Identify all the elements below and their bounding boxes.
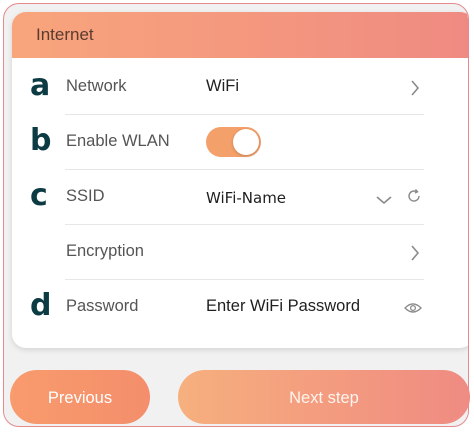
- password-row: d Password Enter WiFi Password: [12, 280, 468, 335]
- enable-wlan-label: Enable WLAN: [66, 132, 170, 150]
- marker-a: a: [30, 68, 51, 103]
- settings-card: Internet a Network WiFi b Enable WLAN c …: [12, 12, 468, 348]
- eye-icon[interactable]: [404, 301, 422, 319]
- marker-c: c: [30, 178, 48, 213]
- encryption-row[interactable]: Encryption: [12, 225, 468, 280]
- enable-wlan-row: b Enable WLAN: [12, 115, 468, 170]
- previous-button[interactable]: Previous: [10, 370, 150, 424]
- marker-d: d: [30, 288, 52, 323]
- card-title: Internet: [36, 25, 94, 44]
- password-label: Password: [66, 297, 139, 315]
- marker-b: b: [30, 123, 52, 158]
- network-row[interactable]: a Network WiFi: [12, 60, 468, 115]
- refresh-icon[interactable]: [406, 188, 422, 209]
- toggle-knob: [233, 129, 259, 155]
- chevron-down-icon[interactable]: [376, 192, 392, 210]
- wizard-frame: Internet a Network WiFi b Enable WLAN c …: [3, 3, 469, 427]
- ssid-select[interactable]: WiFi-Name: [206, 189, 286, 207]
- encryption-label: Encryption: [66, 242, 144, 260]
- ssid-label: SSID: [66, 187, 105, 205]
- next-step-button[interactable]: Next step: [178, 370, 470, 424]
- network-label: Network: [66, 77, 127, 95]
- chevron-right-icon[interactable]: [410, 245, 420, 266]
- chevron-right-icon[interactable]: [410, 80, 420, 101]
- wlan-toggle[interactable]: [206, 127, 261, 157]
- password-input[interactable]: Enter WiFi Password: [206, 297, 360, 316]
- card-header: Internet: [12, 12, 468, 58]
- ssid-row: c SSID WiFi-Name: [12, 170, 468, 225]
- network-value: WiFi: [206, 77, 239, 95]
